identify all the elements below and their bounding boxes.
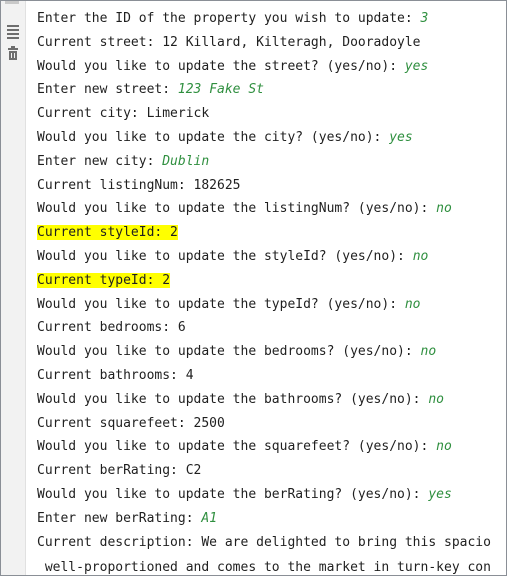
console-user-input: no xyxy=(404,296,421,312)
console-line: Current typeId: 2 xyxy=(37,269,506,293)
console-line-text: Enter new street: xyxy=(37,82,178,98)
console-line-text: Would you like to update the city? (yes/… xyxy=(37,129,390,145)
console-user-input: 123 Fake St xyxy=(177,82,264,98)
console-line-text: Current bathrooms: 4 xyxy=(37,367,194,383)
console-user-input: no xyxy=(436,201,452,217)
console-line: Current description: We are delighted to… xyxy=(37,531,506,555)
console-user-input: 3 xyxy=(420,11,429,26)
console-user-input: no xyxy=(412,248,429,264)
console-line-text: Enter new berRating: xyxy=(37,510,202,526)
console-line-text: Current styleId: 2 xyxy=(37,225,178,241)
console-line: Would you like to update the styleId? (y… xyxy=(37,245,506,269)
console-gutter xyxy=(1,1,26,575)
console-user-input: no xyxy=(420,344,437,360)
console-line: Would you like to update the city? (yes/… xyxy=(37,126,506,150)
gutter-marker xyxy=(5,1,19,4)
console-line: Enter the ID of the property you wish to… xyxy=(37,7,506,31)
console-line-text: Enter the ID of the property you wish to… xyxy=(37,11,421,26)
console-line-text: Current squarefeet: 2500 xyxy=(37,415,225,431)
scroll-to-end-icon[interactable] xyxy=(5,23,21,39)
console-line: Current squarefeet: 2500 xyxy=(37,412,506,436)
console-line: Would you like to update the bedrooms? (… xyxy=(37,340,506,364)
console-line-text: Would you like to update the squarefeet?… xyxy=(37,439,437,455)
console-line: Would you like to update the listingNum?… xyxy=(37,197,506,221)
console-line: Current styleId: 2 xyxy=(37,221,506,245)
console-line-text: Current description: We are delighted to… xyxy=(37,534,491,550)
console-line: Current bedrooms: 6 xyxy=(37,316,506,340)
console-user-input: A1 xyxy=(201,510,218,526)
console-line: Would you like to update the bathrooms? … xyxy=(37,388,506,412)
console-line: Current bathrooms: 4 xyxy=(37,364,506,388)
console-line: Would you like to update the squarefeet?… xyxy=(37,435,506,459)
console-line-text: Would you like to update the street? (ye… xyxy=(37,58,405,74)
console-user-input: yes xyxy=(389,129,413,145)
console-line-text: Current city: Limerick xyxy=(37,106,210,122)
console-line-text: Enter new city: xyxy=(37,153,163,169)
console-output[interactable]: Enter the ID of the property you wish to… xyxy=(37,7,506,576)
console-line: well-proportioned and comes to the marke… xyxy=(37,556,506,576)
console-line: Current street: 12 Killard, Kilteragh, D… xyxy=(37,31,506,55)
console-line: Current listingNum: 182625 xyxy=(37,174,506,198)
console-user-input: Dublin xyxy=(162,153,210,169)
console-line-text: well-proportioned and comes to the marke… xyxy=(37,560,491,576)
console-line: Would you like to update the typeId? (ye… xyxy=(37,293,506,317)
console-line-text: Current bedrooms: 6 xyxy=(37,320,186,336)
console-line-text: Would you like to update the berRating? … xyxy=(37,486,429,502)
console-user-input: no xyxy=(428,391,444,407)
console-line-text: Would you like to update the bathrooms? … xyxy=(37,391,429,407)
console-line: Would you like to update the berRating? … xyxy=(37,483,506,507)
run-console-window: Enter the ID of the property you wish to… xyxy=(0,0,507,576)
console-line-text: Current listingNum: 182625 xyxy=(37,177,241,193)
console-line: Current city: Limerick xyxy=(37,102,506,126)
console-line-text: Current typeId: 2 xyxy=(37,272,171,288)
console-line-text: Would you like to update the listingNum?… xyxy=(37,201,437,217)
console-user-input: yes xyxy=(428,486,452,502)
console-line-text: Would you like to update the typeId? (ye… xyxy=(37,296,405,312)
console-line-text: Current street: 12 Killard, Kilteragh, D… xyxy=(37,34,421,50)
console-user-input: yes xyxy=(404,58,429,74)
console-line-text: Would you like to update the bedrooms? (… xyxy=(37,344,421,360)
console-line: Current berRating: C2 xyxy=(37,459,506,483)
console-line-text: Current berRating: C2 xyxy=(37,463,202,479)
console-line: Enter new city: Dublin xyxy=(37,150,506,174)
console-user-input: no xyxy=(436,439,452,455)
console-line: Would you like to update the street? (ye… xyxy=(37,55,506,79)
console-line: Enter new street: 123 Fake St xyxy=(37,78,506,102)
trash-icon[interactable] xyxy=(5,45,21,61)
console-line-text: Would you like to update the styleId? (y… xyxy=(37,248,413,264)
console-line: Enter new berRating: A1 xyxy=(37,507,506,531)
